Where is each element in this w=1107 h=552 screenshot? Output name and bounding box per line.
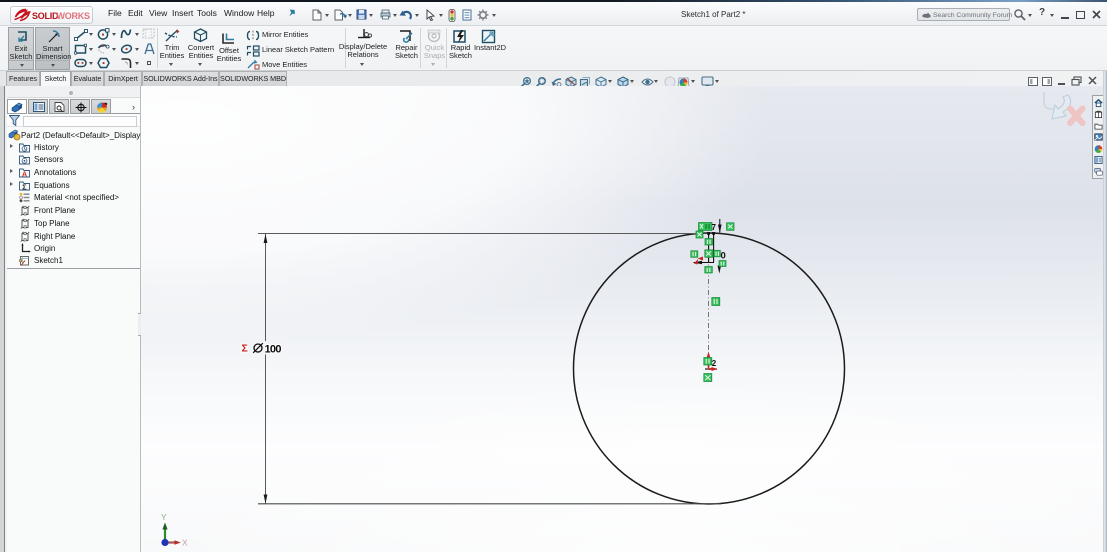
svg-text:Σ: Σ <box>22 184 26 191</box>
svg-text:2: 2 <box>712 359 717 368</box>
svg-text:Σ: Σ <box>242 343 248 355</box>
svg-text:Y: Y <box>161 512 167 522</box>
svg-text:A: A <box>22 171 27 178</box>
svg-text:7: 7 <box>712 223 717 232</box>
svg-text:0: 0 <box>721 251 726 262</box>
svg-text:SOLID: SOLID <box>32 11 59 21</box>
svg-text:100: 100 <box>265 344 282 356</box>
svg-text:X: X <box>182 538 188 548</box>
svg-text:WORKS: WORKS <box>57 11 90 21</box>
